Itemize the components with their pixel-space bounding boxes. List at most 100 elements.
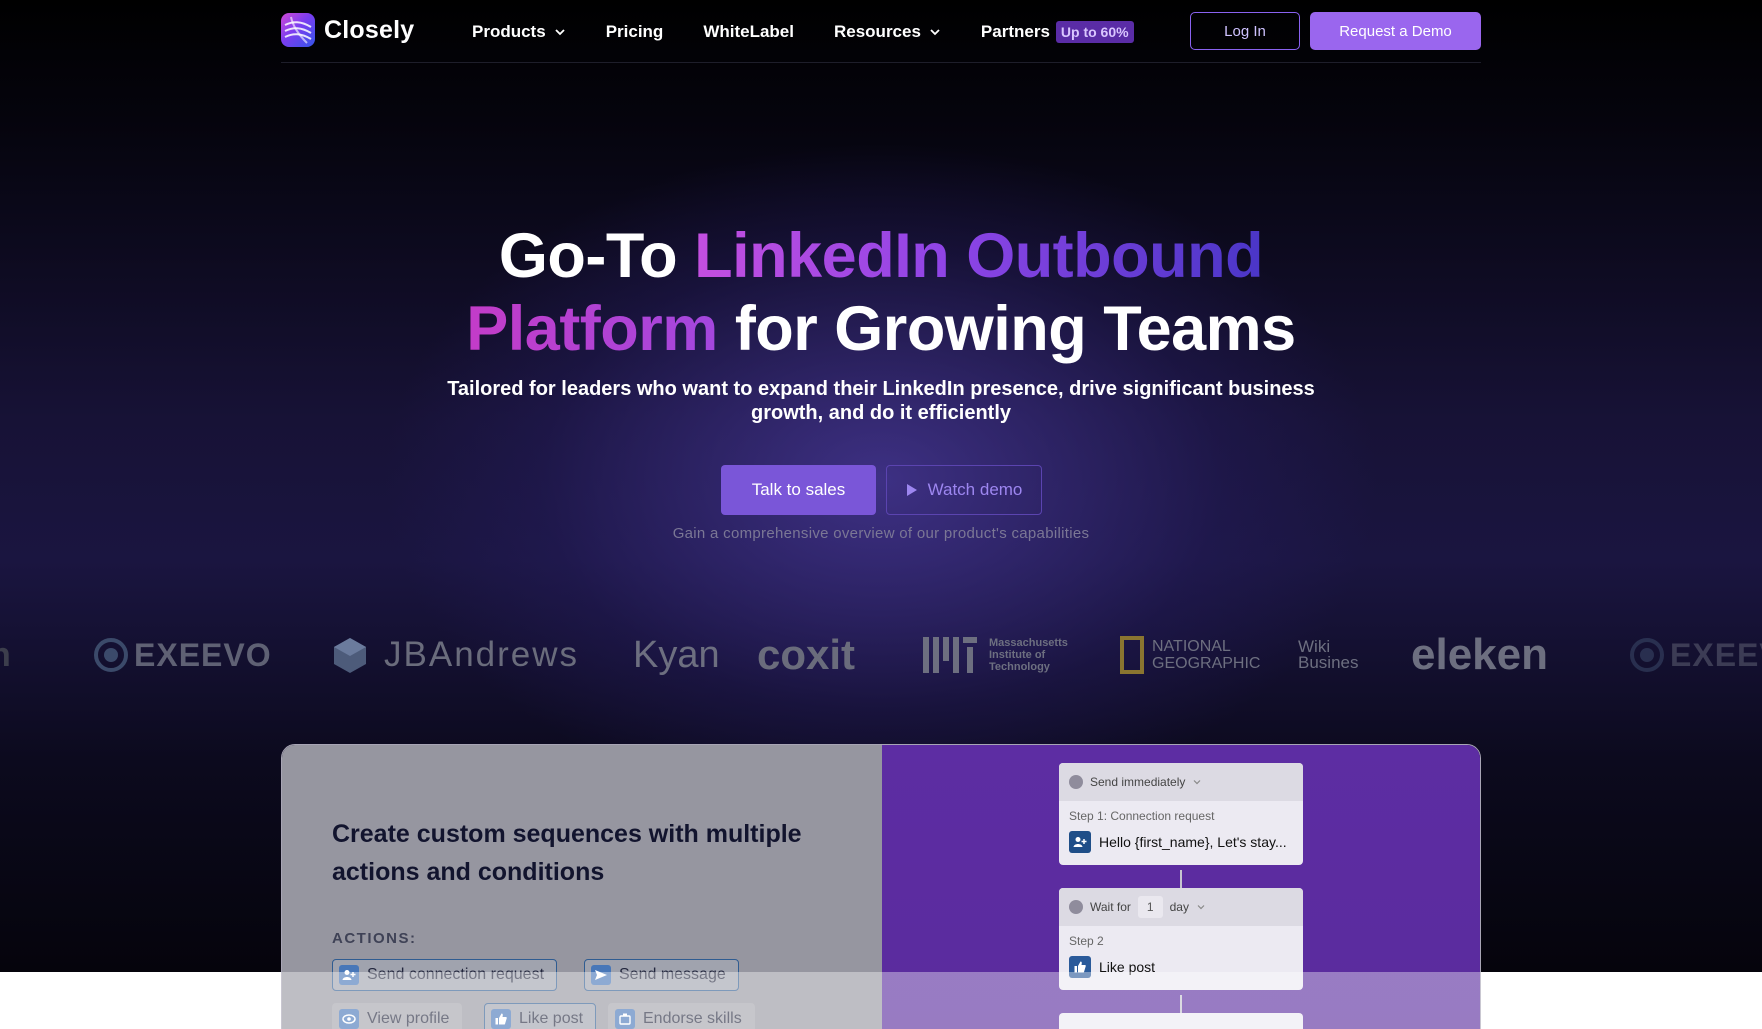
nav-whitelabel[interactable]: WhiteLabel: [703, 22, 794, 42]
action-label: Send connection request: [367, 966, 545, 983]
nav-pricing-label: Pricing: [605, 21, 664, 41]
sequence-connector: [1180, 870, 1182, 888]
action-view-profile[interactable]: View profile: [332, 1003, 463, 1029]
nav-partners-label: Partners: [980, 21, 1050, 41]
nav-resources-label: Resources: [833, 21, 921, 41]
actions-label: ACTIONS:: [332, 930, 417, 947]
wait-days-input[interactable]: 1: [1137, 896, 1163, 918]
nav-resources[interactable]: Resources: [834, 22, 941, 42]
nav-whitelabel-label: WhiteLabel: [703, 21, 794, 41]
headline-accent-2: Platform: [466, 294, 718, 364]
step2-header: Wait for 1 day: [1059, 888, 1303, 926]
exeevo-icon: [1630, 638, 1664, 672]
chevron-down-icon: [930, 28, 940, 35]
wiki-line2: Busines: [1298, 653, 1359, 672]
action-send-message[interactable]: Send message: [584, 959, 739, 991]
hero-headline-line1: Go-To LinkedIn Outbound: [0, 220, 1762, 292]
mit-logo: Massachusetts Institute of Technology: [923, 620, 1068, 690]
eye-icon: [339, 1009, 359, 1029]
wait-unit-select[interactable]: day: [1170, 900, 1189, 914]
feature-card-left: Create custom sequences with multiple ac…: [282, 745, 882, 1029]
sequence-connector: [1180, 995, 1182, 1013]
chevron-down-icon: [555, 28, 565, 35]
exeevo-icon: [94, 638, 128, 672]
action-label: Like post: [519, 1010, 584, 1027]
headline-plain-1: Go-To: [498, 221, 695, 291]
mit-icon: [923, 637, 977, 673]
headline-plain-2: for Growing Teams: [717, 294, 1296, 364]
action-send-connection-request[interactable]: Send connection request: [332, 959, 558, 991]
add-user-icon: [1069, 831, 1091, 853]
partners-discount-badge: Up to 60%: [1055, 20, 1134, 43]
partial-logo-left: n: [0, 635, 11, 674]
watch-demo-label: Watch demo: [927, 480, 1023, 499]
action-label: Endorse skills: [643, 1010, 742, 1027]
jbandrews-text: JBAndrews: [384, 635, 580, 674]
action-label: View profile: [367, 1010, 450, 1027]
action-endorse-skills[interactable]: Endorse skills: [608, 1003, 755, 1029]
hero-subtitle: Tailored for leaders who want to expand …: [447, 378, 1315, 424]
feature-title: Create custom sequences with multiple ac…: [332, 820, 802, 886]
mit-line3: Technology: [989, 661, 1050, 673]
brand-name: Closely: [324, 15, 415, 44]
step1-message: Hello {first_name}, Let's stay...: [1099, 834, 1287, 850]
send-icon: [591, 965, 611, 985]
brand-logo[interactable]: Closely: [281, 13, 414, 47]
natgeo-frame-icon: [1120, 636, 1144, 674]
add-user-icon: [339, 965, 359, 985]
closely-logo-icon: [281, 13, 315, 47]
client-logos-strip: n EXEEVO JBAndrews Kyan coxit Massachuse…: [0, 620, 1762, 690]
exeevo-text-repeat: EXEEVO: [1670, 636, 1762, 673]
step1-header: Send immediately: [1059, 763, 1303, 801]
clock-icon: [1069, 900, 1083, 914]
step1-label: Step 1: Connection request: [1069, 809, 1215, 823]
top-navigation: Closely Products Pricing WhiteLabel Reso…: [281, 0, 1481, 63]
action-like-post[interactable]: Like post: [484, 1003, 597, 1029]
thumbs-up-icon: [491, 1009, 511, 1029]
hero-headline-line2: Platform for Growing Teams: [0, 293, 1762, 365]
step1-content: Hello {first_name}, Let's stay...: [1059, 823, 1303, 865]
jbandrews-logo: JBAndrews: [332, 620, 579, 690]
exeevo-logo: EXEEVO: [94, 620, 272, 690]
sequence-step-1[interactable]: Send immediately Step 1: Connection requ…: [1059, 763, 1303, 865]
feature-card-right: Send immediately Step 1: Connection requ…: [882, 745, 1480, 1029]
thumbs-up-icon: [1069, 956, 1091, 978]
login-button[interactable]: Log In: [1190, 12, 1300, 50]
natgeo-line1: NATIONAL: [1152, 638, 1231, 655]
watch-demo-button[interactable]: Watch demo: [886, 465, 1042, 515]
sequence-step-2[interactable]: Wait for 1 day Step 2 Like post: [1059, 888, 1303, 990]
sequence-step-3[interactable]: [1059, 1013, 1303, 1029]
hero-caption: Gain a comprehensive overview of our pro…: [672, 525, 1090, 542]
nav-pricing[interactable]: Pricing: [606, 22, 664, 42]
mit-line1: Massachusetts: [989, 637, 1068, 649]
chevron-down-icon: [1193, 780, 1201, 785]
mit-line2: Institute of: [989, 649, 1046, 661]
chevron-down-icon: [1197, 905, 1205, 910]
jbandrews-icon: [334, 638, 366, 673]
coxit-logo: coxit: [757, 631, 856, 678]
step2-wait-prefix: Wait for: [1090, 900, 1131, 914]
request-demo-button[interactable]: Request a Demo: [1310, 12, 1481, 50]
nav-products[interactable]: Products: [472, 22, 566, 42]
wiki-business-logo: Wiki Busines: [1298, 620, 1358, 690]
feature-card: Create custom sequences with multiple ac…: [281, 744, 1481, 1029]
headline-accent-1: LinkedIn Outbound: [694, 221, 1264, 291]
exeevo-logo-repeat: EXEEVO: [1630, 620, 1762, 690]
kyan-logo: Kyan: [633, 633, 720, 676]
nav-partners[interactable]: Partners Up to 60%: [980, 20, 1134, 43]
step2-content: Like post: [1059, 948, 1303, 990]
main-menu: Products Pricing WhiteLabel Resources Pa…: [472, 0, 1174, 63]
clock-icon: [1069, 775, 1083, 789]
natgeo-line2: GEOGRAPHIC: [1152, 655, 1261, 672]
eleken-logo: eleken: [1411, 630, 1548, 679]
step2-action: Like post: [1099, 959, 1156, 975]
national-geographic-logo: NATIONAL GEOGRAPHIC: [1120, 620, 1260, 690]
talk-to-sales-button[interactable]: Talk to sales: [721, 465, 876, 515]
exeevo-text: EXEEVO: [134, 636, 272, 673]
badge-icon: [615, 1009, 635, 1029]
step1-header-text: Send immediately: [1090, 775, 1186, 789]
action-label: Send message: [619, 966, 726, 983]
nav-products-label: Products: [472, 21, 546, 41]
play-icon: [906, 484, 917, 496]
step2-label: Step 2: [1069, 934, 1104, 948]
